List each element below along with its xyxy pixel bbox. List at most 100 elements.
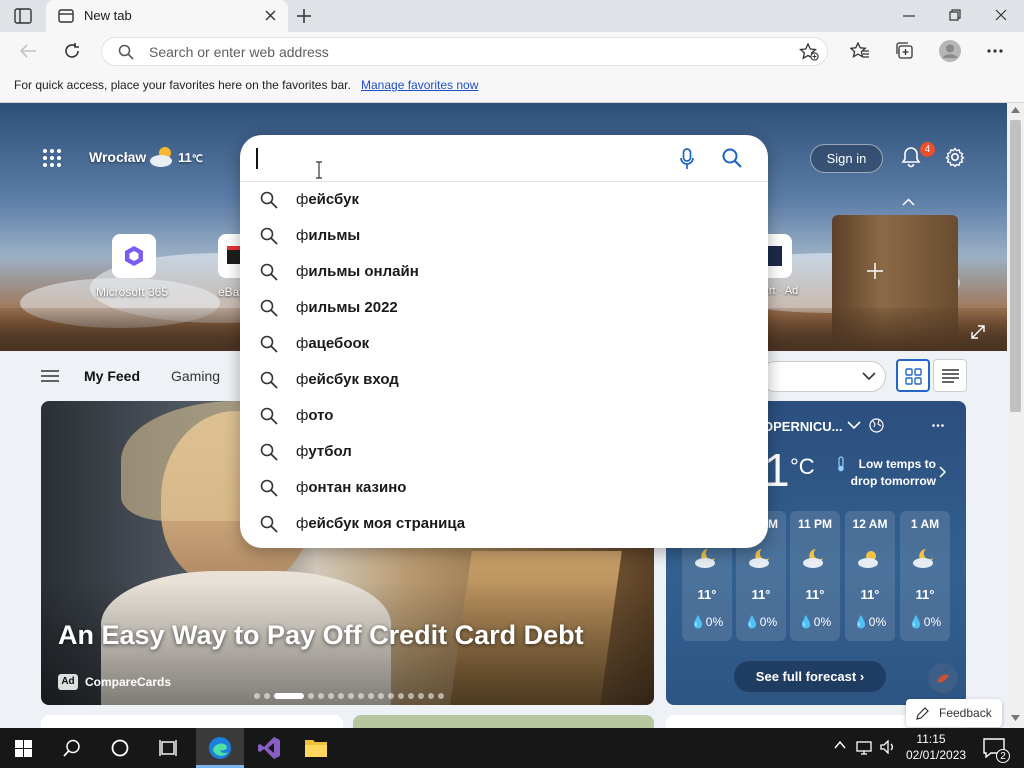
scroll-up-arrow-icon[interactable] — [1011, 107, 1020, 113]
collapse-chevron-up-icon[interactable] — [902, 198, 915, 206]
minimize-button[interactable] — [903, 15, 915, 17]
suggestion-item[interactable]: фонтан казино — [240, 470, 768, 506]
microphone-icon[interactable] — [680, 148, 694, 170]
network-icon[interactable] — [856, 739, 872, 755]
suggestion-label: фильмы онлайн — [296, 263, 419, 280]
profile-avatar[interactable] — [939, 40, 961, 62]
apps-launcher-icon[interactable] — [42, 148, 62, 168]
search-suggestions-panel: фейсбук фильмы фильмы онлайн фильмы 2022… — [240, 135, 768, 548]
tab-gaming[interactable]: Gaming — [171, 368, 220, 384]
edge-icon — [208, 736, 232, 760]
volume-icon[interactable] — [880, 740, 896, 754]
scrollbar-thumb[interactable] — [1010, 120, 1021, 412]
feed-card[interactable] — [353, 715, 654, 728]
weather-temp[interactable]: 11℃ — [178, 150, 203, 165]
feed-select-dropdown[interactable] — [760, 361, 886, 392]
carousel-dot[interactable] — [398, 693, 404, 699]
cortana-icon[interactable] — [111, 739, 129, 757]
carousel-dot[interactable] — [378, 693, 384, 699]
weather-alert[interactable]: Low temps to drop tomorrow — [844, 456, 936, 490]
carousel-dot[interactable] — [254, 693, 260, 699]
visual-studio-icon[interactable] — [257, 736, 281, 760]
carousel-dot-active[interactable] — [274, 693, 304, 699]
tab-my-feed[interactable]: My Feed — [84, 368, 140, 384]
search-icon — [260, 335, 278, 353]
notifications-bell-icon[interactable] — [900, 146, 922, 168]
restore-button[interactable] — [949, 9, 961, 21]
quick-link-ebay[interactable] — [218, 234, 240, 278]
grid-view-button[interactable] — [896, 359, 930, 392]
add-favorite-icon[interactable] — [799, 43, 819, 61]
file-explorer-icon[interactable] — [304, 737, 328, 759]
expand-background-icon[interactable] — [970, 324, 986, 340]
windows-start-icon[interactable] — [15, 740, 32, 757]
search-icon — [260, 479, 278, 497]
feed-menu-icon[interactable] — [41, 369, 59, 383]
suggestion-item[interactable]: фейсбук вход — [240, 362, 768, 398]
suggestion-item[interactable]: футбол — [240, 434, 768, 470]
article-title: An Easy Way to Pay Off Credit Card Debt — [58, 620, 584, 650]
carousel-dot[interactable] — [338, 693, 344, 699]
suggestion-item[interactable]: фацебоок — [240, 326, 768, 362]
suggestion-item[interactable]: фото — [240, 398, 768, 434]
task-view-icon[interactable] — [159, 739, 177, 757]
suggestion-item[interactable]: фейсбук моя страница — [240, 506, 768, 542]
suggestion-label: фильмы — [296, 227, 361, 244]
suggestion-label: футбол — [296, 443, 352, 460]
close-window-button[interactable] — [995, 9, 1007, 21]
carousel-dot[interactable] — [368, 693, 374, 699]
carousel-dot[interactable] — [348, 693, 354, 699]
carousel-dot[interactable] — [308, 693, 314, 699]
carousel-dot[interactable] — [408, 693, 414, 699]
suggestion-label: фонтан казино — [296, 479, 407, 496]
carousel-dot[interactable] — [438, 693, 444, 699]
walmart-icon — [768, 246, 782, 266]
more-options-icon[interactable] — [932, 424, 944, 427]
address-bar[interactable]: Search or enter web address — [101, 37, 828, 66]
search-icon[interactable] — [63, 739, 81, 757]
weather-location[interactable]: Wrocław — [89, 149, 146, 165]
sign-in-button[interactable]: Sign in — [810, 144, 883, 173]
carousel-dot[interactable] — [418, 693, 424, 699]
browser-tab[interactable]: New tab — [46, 0, 288, 32]
carousel-dot[interactable] — [358, 693, 364, 699]
search-submit-icon[interactable] — [722, 148, 742, 168]
feed-card[interactable] — [41, 715, 343, 728]
favorites-icon[interactable] — [850, 42, 870, 60]
carousel-dot[interactable] — [328, 693, 334, 699]
back-button[interactable] — [19, 43, 37, 59]
suggestion-item[interactable]: фейсбук — [240, 182, 768, 218]
list-view-button[interactable] — [933, 359, 967, 392]
suggestion-item[interactable]: фильмы онлайн — [240, 254, 768, 290]
chevron-down-icon[interactable] — [847, 421, 861, 430]
hourly-forecast-item: 1 AM 11° 💧0% — [900, 511, 950, 641]
see-full-forecast-button[interactable]: See full forecast › — [734, 661, 886, 692]
globe-icon[interactable] — [869, 418, 884, 433]
feedback-button[interactable]: Feedback — [906, 699, 1002, 727]
settings-more-icon[interactable] — [987, 49, 1003, 53]
carousel-dot[interactable] — [264, 693, 270, 699]
close-tab-icon[interactable] — [265, 10, 276, 21]
suggestion-item[interactable]: фильмы — [240, 218, 768, 254]
system-clock[interactable]: 11:15 02/01/2023 — [906, 731, 967, 763]
collections-icon[interactable] — [895, 42, 914, 60]
taskbar-edge-active[interactable] — [196, 728, 244, 768]
quick-link-walmart[interactable] — [768, 234, 792, 278]
carousel-dot[interactable] — [428, 693, 434, 699]
carousel-dot[interactable] — [388, 693, 394, 699]
clock-date: 02/01/2023 — [906, 748, 967, 762]
refresh-button[interactable] — [63, 42, 81, 60]
scroll-down-arrow-icon[interactable] — [1011, 715, 1020, 721]
search-icon — [260, 263, 278, 281]
page-settings-gear-icon[interactable] — [945, 147, 965, 167]
show-hidden-icons-chevron-icon[interactable] — [834, 741, 846, 749]
chevron-right-icon[interactable] — [939, 466, 946, 478]
suggestion-item[interactable]: фильмы 2022 — [240, 290, 768, 326]
tab-actions-icon[interactable] — [14, 8, 32, 24]
manage-favorites-link[interactable]: Manage favorites now — [361, 78, 478, 92]
quick-link-microsoft-365[interactable] — [112, 234, 156, 278]
carousel-dot[interactable] — [318, 693, 324, 699]
assistant-avatar[interactable] — [928, 663, 958, 693]
new-tab-button[interactable] — [296, 8, 312, 24]
add-quick-link-icon[interactable] — [866, 262, 884, 280]
